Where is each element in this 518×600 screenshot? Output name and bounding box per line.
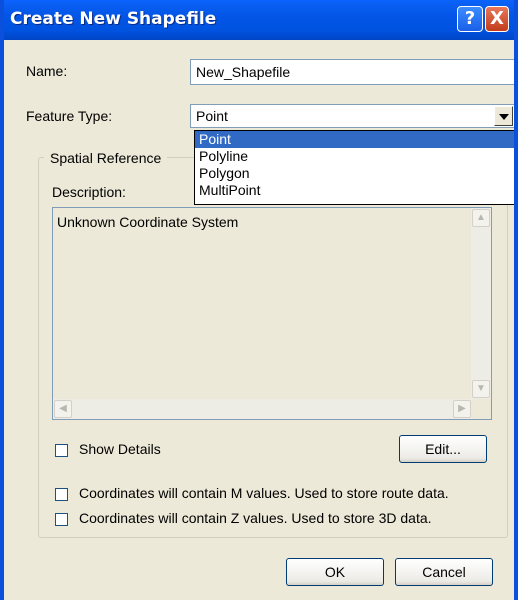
name-input[interactable]: New_Shapefile [190,59,514,85]
feature-type-select[interactable]: Point [190,104,514,128]
horizontal-scrollbar[interactable]: ◀ ▶ [53,399,473,419]
scroll-left-icon[interactable]: ◀ [54,400,72,418]
show-details-label: Show Details [79,441,161,457]
option-polyline[interactable]: Polyline [195,148,514,165]
help-button[interactable]: ? [457,6,483,32]
feature-type-dropdown: Point Polyline Polygon MultiPoint [194,130,514,205]
ok-button[interactable]: OK [286,558,384,586]
name-label: Name: [26,63,68,79]
scrollbar-corner [471,399,491,419]
scroll-up-icon[interactable]: ▲ [472,209,490,227]
z-values-checkbox[interactable] [55,513,68,526]
close-button[interactable]: X [485,6,509,32]
z-values-label: Coordinates will contain Z values. Used … [79,510,432,526]
chevron-down-icon[interactable] [494,106,513,126]
scroll-right-icon[interactable]: ▶ [453,400,471,418]
description-label: Description: [52,184,126,200]
option-multipoint[interactable]: MultiPoint [195,182,514,199]
edit-button[interactable]: Edit... [399,435,487,463]
description-text: Unknown Coordinate System [57,214,239,230]
m-values-label: Coordinates will contain M values. Used … [79,485,449,501]
help-icon: ? [464,8,476,29]
cancel-button[interactable]: Cancel [395,558,493,586]
m-values-checkbox[interactable] [55,488,68,501]
option-point[interactable]: Point [195,131,514,148]
show-details-checkbox[interactable] [55,444,68,457]
title-bar[interactable]: Create New Shapefile ? X [4,0,514,40]
spatial-reference-title: Spatial Reference [44,150,168,166]
feature-type-label: Feature Type: [26,108,113,124]
scroll-down-icon[interactable]: ▼ [472,380,490,398]
description-box[interactable]: Unknown Coordinate System ▲ ▼ ◀ ▶ [52,207,492,420]
dialog-title: Create New Shapefile [10,9,217,29]
option-polygon[interactable]: Polygon [195,165,514,182]
feature-type-value: Point [196,108,228,124]
create-shapefile-dialog: Create New Shapefile ? X Name: New_Shape… [0,0,518,600]
vertical-scrollbar[interactable]: ▲ ▼ [471,208,491,400]
close-icon: X [490,8,504,29]
